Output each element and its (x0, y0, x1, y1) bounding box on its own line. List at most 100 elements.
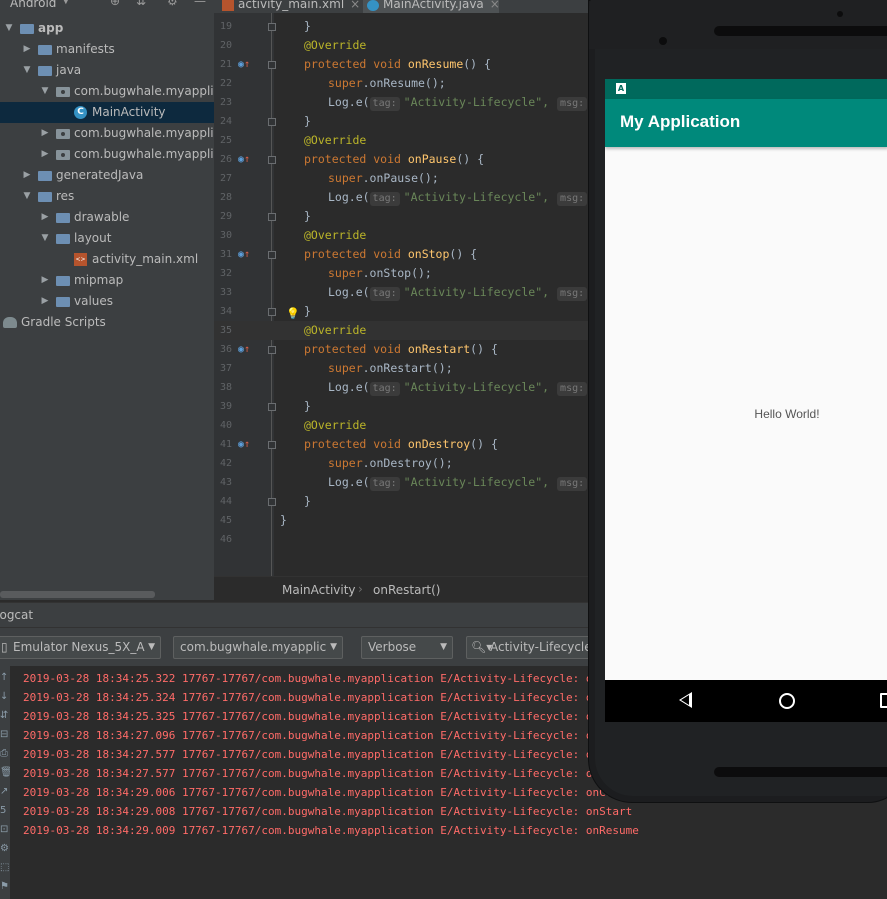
annotation: @Override (304, 418, 367, 432)
fold-marker-icon[interactable] (268, 403, 276, 411)
tree-item[interactable]: ▶ drawable (0, 207, 214, 228)
code-token: } (280, 513, 287, 527)
logcat-search-field[interactable]: 🔍︎▾ Activity-Lifecycle (466, 636, 596, 659)
collapse-arrow-icon[interactable]: ▶ (21, 39, 33, 60)
tab-main-activity-java[interactable]: MainActivity.java × (363, 0, 500, 13)
fold-marker-icon[interactable] (268, 498, 276, 506)
fold-marker-icon[interactable] (268, 213, 276, 221)
horizontal-scrollbar[interactable] (0, 591, 155, 598)
tree-item[interactable]: ▶ values (0, 291, 214, 312)
code-token: Log.e( (328, 285, 370, 299)
folder-res-icon (38, 192, 52, 202)
device-dropdown[interactable]: ▯ Emulator Nexus_5X_API ▼ (0, 636, 161, 659)
logcat-tool-icon[interactable]: ↑ (0, 672, 8, 683)
logcat-tool-icon[interactable]: ⎙ (0, 748, 8, 759)
logcat-tool-icon[interactable]: ↗ (0, 786, 8, 797)
tree-item[interactable]: Gradle Scripts (0, 312, 214, 333)
close-icon[interactable]: × (350, 0, 360, 11)
breadcrumb-method[interactable]: onRestart() (373, 583, 440, 597)
breadcrumb-separator: › (358, 582, 363, 596)
expand-arrow-icon[interactable]: ▼ (39, 228, 51, 249)
fold-marker-icon[interactable] (268, 308, 276, 316)
tree-item[interactable]: ▶ com.bugwhale.myapplication (0, 144, 214, 165)
tree-item[interactable]: ▶ mipmap (0, 270, 214, 291)
fold-marker-icon[interactable] (268, 156, 276, 164)
logcat-tool-icon[interactable]: 🗑 (0, 767, 13, 778)
gear-icon[interactable]: ⚙ (167, 0, 178, 8)
fold-marker-icon[interactable] (268, 441, 276, 449)
code-text: } (304, 112, 311, 131)
tree-item[interactable]: <> activity_main.xml (0, 249, 214, 270)
collapse-arrow-icon[interactable]: ▶ (21, 165, 33, 186)
expand-arrow-icon[interactable]: ▼ (3, 18, 15, 39)
line-number: 31 (219, 249, 232, 260)
logcat-tool-icon[interactable]: ↓ (0, 691, 8, 702)
collapse-arrow-icon[interactable]: ▶ (39, 270, 51, 291)
logcat-tool-icon[interactable]: ⊟ (0, 729, 8, 740)
fold-marker-icon[interactable] (268, 251, 276, 259)
collapse-icon[interactable]: ⇊ (136, 0, 146, 8)
override-marker-icon[interactable]: ◉↑ (238, 435, 250, 454)
log-output[interactable]: 2019-03-28 18:34:25.322 17767-17767/com.… (10, 666, 646, 899)
folder-icon (56, 213, 70, 223)
device-screen[interactable]: A My Application Hello World! (605, 79, 887, 722)
override-marker-icon[interactable]: ◉↑ (238, 340, 250, 359)
app-bar: My Application (605, 99, 887, 147)
collapse-arrow-icon[interactable]: ▶ (39, 291, 51, 312)
tab-activity-main-xml[interactable]: activity_main.xml × (222, 0, 360, 13)
logcat-tool-icon[interactable]: ⚙ (0, 843, 9, 854)
xml-file-icon: <> (74, 253, 87, 266)
code-text: } (304, 302, 311, 321)
collapse-arrow-icon[interactable]: ▶ (39, 144, 51, 165)
expand-arrow-icon[interactable]: ▼ (21, 60, 33, 81)
hide-icon[interactable]: — (194, 0, 206, 8)
breadcrumb-class[interactable]: MainActivity (282, 583, 356, 597)
target-icon[interactable]: ⊕ (110, 0, 120, 8)
chevron-down-icon[interactable]: ▼ (62, 0, 70, 6)
project-view-selector[interactable]: Android (10, 0, 56, 10)
logcat-tool-icon[interactable]: ⊡ (0, 824, 8, 835)
tree-item[interactable]: ▼ app (0, 18, 214, 39)
logcat-tool-icon[interactable]: ⇵ (0, 710, 8, 721)
back-icon[interactable] (679, 692, 692, 708)
logcat-tool-icon[interactable]: ⚑ (0, 881, 9, 892)
tree-item[interactable]: ▶ generatedJava (0, 165, 214, 186)
code-line: 27 super.onPause(); (214, 169, 590, 188)
override-marker-icon[interactable]: ◉↑ (238, 245, 250, 264)
tree-item[interactable]: ▼ com.bugwhale.myapplication (0, 81, 214, 102)
expand-arrow-icon[interactable]: ▼ (21, 186, 33, 207)
close-icon[interactable]: × (490, 0, 500, 11)
tree-item[interactable]: ▼ java (0, 60, 214, 81)
fold-marker-icon[interactable] (268, 61, 276, 69)
tree-item[interactable]: ▼ layout (0, 228, 214, 249)
phone-icon: ▯ (1, 640, 8, 654)
keyword: super (328, 361, 363, 375)
fold-marker-icon[interactable] (268, 346, 276, 354)
code-editor[interactable]: 19} 20 @Override 21 ◉↑ protected void onResum… (214, 13, 590, 576)
code-text: protected void onResume() { (304, 55, 491, 74)
tree-item[interactable]: C MainActivity (0, 102, 214, 123)
tree-item[interactable]: ▶ manifests (0, 39, 214, 60)
code-token: .onRestart(); (362, 361, 453, 375)
log-level-dropdown[interactable]: Verbose ▼ (361, 636, 453, 659)
code-line: 22 super.onResume(); (214, 74, 590, 93)
annotation: @Override (304, 38, 367, 52)
expand-arrow-icon[interactable]: ▼ (39, 81, 51, 102)
code-text: Log.e(tag:"Activity-Lifecycle",msg:"onR (328, 378, 590, 397)
override-marker-icon[interactable]: ◉↑ (238, 150, 250, 169)
recents-icon[interactable] (880, 693, 887, 708)
tree-item-label: generatedJava (56, 168, 144, 182)
param-hint: msg: (557, 382, 588, 396)
tree-item[interactable]: ▼ res (0, 186, 214, 207)
code-line: 39} (214, 397, 590, 416)
collapse-arrow-icon[interactable]: ▶ (39, 207, 51, 228)
override-marker-icon[interactable]: ◉↑ (238, 55, 250, 74)
logcat-tool-icon[interactable]: 5 (0, 805, 8, 816)
collapse-arrow-icon[interactable]: ▶ (39, 123, 51, 144)
tree-item[interactable]: ▶ com.bugwhale.myapplication (0, 123, 214, 144)
process-dropdown[interactable]: com.bugwhale.myapplica ▼ (173, 636, 343, 659)
logcat-tool-icon[interactable]: ⬚ (0, 862, 9, 873)
fold-marker-icon[interactable] (268, 118, 276, 126)
fold-marker-icon[interactable] (268, 23, 276, 31)
home-icon[interactable] (779, 693, 795, 709)
